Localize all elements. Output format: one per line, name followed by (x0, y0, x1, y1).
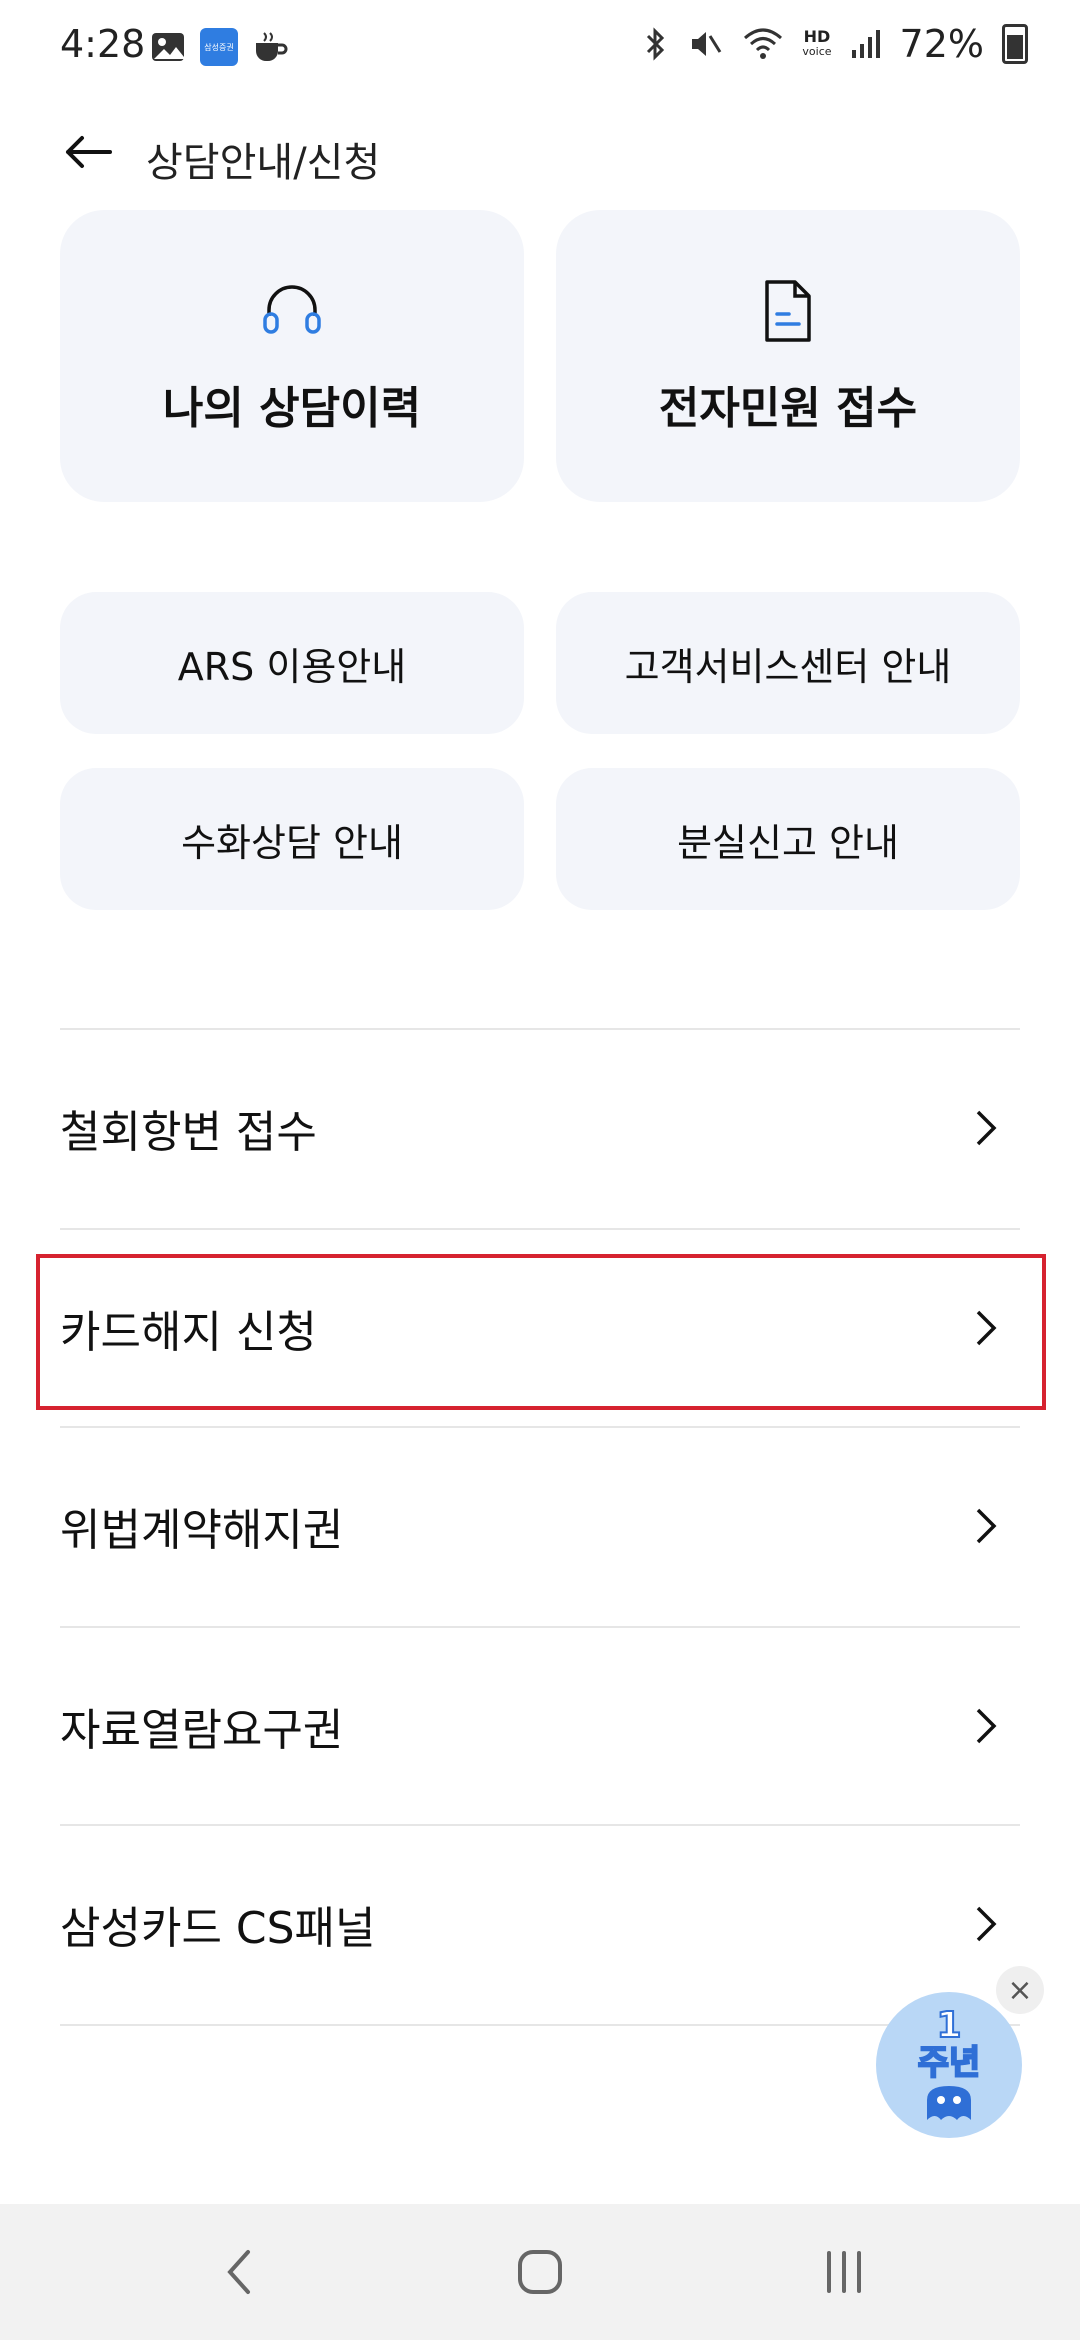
chevron-right-icon (976, 1310, 997, 1346)
status-bar: 4:28 삼성증권 HD voice 72% (0, 0, 1080, 96)
nav-recents-button[interactable] (804, 2240, 884, 2304)
headset-icon (263, 285, 321, 334)
back-arrow-icon (66, 136, 112, 168)
nav-recents-icon (827, 2251, 861, 2293)
status-system-icons: HD voice 72% (640, 22, 1028, 66)
nav-back-button[interactable] (200, 2240, 280, 2304)
list-item-label: 카드해지 신청 (60, 1307, 317, 1358)
anniversary-number: 1 (935, 2005, 962, 2046)
nav-home-icon (518, 2250, 562, 2294)
mascot-icon (927, 2086, 971, 2120)
list-item-label: 위법계약해지권 (60, 1505, 344, 1556)
anniversary-text: 주년 (917, 2043, 982, 2083)
consultation-history-label: 나의 상담이력 (162, 383, 422, 434)
app-header: 상담안내/신청 (0, 96, 1080, 216)
list-item-label: 삼성카드 CS패널 (60, 1903, 376, 1954)
list-item-withdrawal-defense[interactable]: 철회항변 접수 (60, 1030, 1020, 1226)
document-icon (765, 280, 811, 342)
list-divider (60, 2024, 1020, 2026)
coffee-icon (256, 32, 288, 61)
chevron-right-icon (976, 1708, 997, 1744)
list-item-illegal-contract-termination[interactable]: 위법계약해지권 (60, 1428, 1020, 1624)
consultation-history-card[interactable]: 나의 상담이력 (60, 210, 524, 502)
list-item-card-cancellation[interactable]: 카드해지 신청 (60, 1230, 1020, 1426)
bluetooth-icon (647, 27, 665, 61)
page-title: 상담안내/신청 (146, 140, 381, 186)
chevron-right-icon (976, 1508, 997, 1544)
ars-guide-button[interactable]: ARS 이용안내 (60, 592, 524, 734)
nav-back-icon (227, 2250, 250, 2294)
customer-service-center-button[interactable]: 고객서비스센터 안내 (556, 592, 1020, 734)
status-notification-icons: 삼성증권 (150, 28, 288, 66)
status-time: 4:28 (60, 22, 146, 66)
battery-icon (1002, 24, 1028, 64)
sign-language-consultation-button[interactable]: 수화상담 안내 (60, 768, 524, 910)
hd-voice-indicator: HD voice (802, 27, 832, 59)
back-button[interactable] (56, 120, 120, 184)
gallery-icon (152, 33, 184, 61)
lost-card-report-button[interactable]: 분실신고 안내 (556, 768, 1020, 910)
anniversary-floating-button[interactable]: 1 주년 (876, 1992, 1022, 2138)
wifi-icon (744, 28, 783, 59)
system-navigation-bar (0, 2204, 1080, 2340)
e-complaint-label: 전자민원 접수 (658, 383, 918, 434)
samsung-securities-app-icon: 삼성증권 (200, 28, 238, 66)
signal-icon (851, 30, 880, 58)
mute-icon (692, 32, 722, 56)
chevron-right-icon (976, 1906, 997, 1942)
nav-home-button[interactable] (500, 2240, 580, 2304)
list-item-label: 철회항변 접수 (60, 1107, 317, 1158)
list-item-cs-panel[interactable]: 삼성카드 CS패널 (60, 1826, 1020, 2022)
list-item-data-access-request[interactable]: 자료열람요구권 (60, 1628, 1020, 1824)
chevron-right-icon (976, 1110, 997, 1146)
close-icon[interactable]: × (996, 1966, 1044, 2014)
e-complaint-card[interactable]: 전자민원 접수 (556, 210, 1020, 502)
list-item-label: 자료열람요구권 (60, 1705, 344, 1756)
battery-percent: 72% (899, 22, 984, 66)
